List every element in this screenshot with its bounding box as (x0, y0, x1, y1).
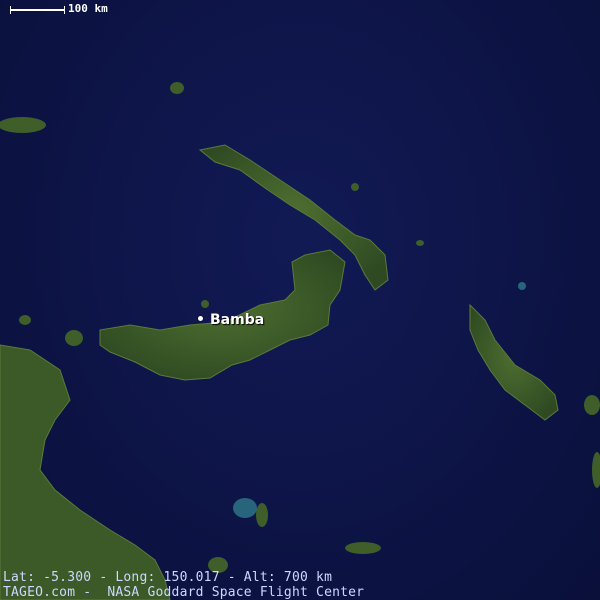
coords-readout: Lat: -5.300 - Long: 150.017 - Alt: 700 k… (3, 570, 333, 585)
island-se1 (345, 542, 381, 554)
scale-line (10, 9, 64, 11)
mainland-new-guinea (0, 344, 171, 600)
scale-label: 100 km (68, 2, 108, 15)
place-dot-icon (198, 316, 203, 321)
island-nw (0, 117, 46, 133)
island-w2 (19, 315, 31, 325)
credit-line: TAGEO.com - NASA Goddard Space Flight Ce… (3, 585, 365, 600)
island-se3 (256, 503, 268, 527)
scale-tick-right (64, 6, 65, 14)
land-layer (0, 82, 600, 600)
island-ne2 (416, 240, 424, 246)
island-bamba (201, 300, 209, 308)
island-ne3 (518, 282, 526, 290)
island-n (170, 82, 184, 94)
island-w1 (65, 330, 83, 346)
island-bougainville (469, 303, 559, 421)
island-ne1 (351, 183, 359, 191)
satellite-map[interactable]: 100 km Bamba Lat: -5.300 - Long: 150.017… (0, 0, 600, 600)
island-e2 (592, 452, 600, 488)
reef-1 (233, 498, 257, 518)
scale-tick-left (10, 6, 11, 14)
island-e1 (584, 395, 600, 415)
place-name: Bamba (210, 312, 265, 328)
